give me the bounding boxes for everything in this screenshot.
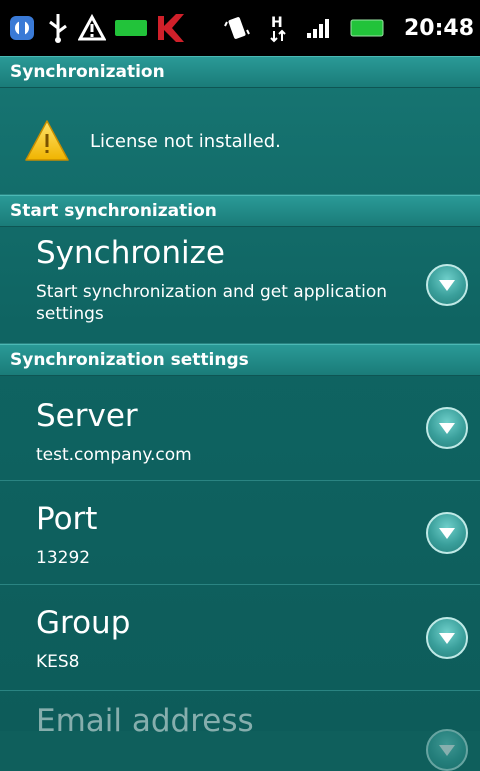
license-message: License not installed. (90, 130, 281, 152)
chevron-down-icon[interactable] (426, 511, 468, 554)
synchronize-title: Synchronize (36, 235, 225, 271)
section-header-start-synchronization: Start synchronization (0, 195, 480, 227)
warning-icon (78, 8, 106, 48)
chevron-down-icon[interactable] (426, 264, 468, 306)
license-status-row: License not installed. (0, 88, 480, 195)
kaspersky-icon (156, 8, 186, 48)
chevron-down-icon[interactable] (426, 616, 468, 659)
chevron-down-icon[interactable] (426, 729, 468, 771)
vibrate-icon (224, 8, 250, 48)
android-debug-icon (6, 8, 38, 48)
settings-screen: Synchronization License not installed. S… (0, 56, 480, 771)
section-header-synchronization-settings: Synchronization settings (0, 344, 480, 376)
server-title: Server (36, 398, 138, 434)
battery-green-icon (114, 8, 148, 48)
email-address-item[interactable]: Email address (0, 691, 480, 771)
group-item[interactable]: Group KES8 (0, 585, 480, 691)
status-bar-right: H 20:48 (224, 8, 474, 48)
status-bar: H 20:48 (0, 0, 480, 56)
email-address-title: Email address (36, 703, 254, 739)
synchronize-item[interactable]: Synchronize Start synchronization and ge… (0, 227, 480, 344)
port-value: 13292 (36, 548, 91, 568)
synchronize-description: Start synchronization and get applicatio… (36, 282, 388, 324)
battery-icon (350, 8, 386, 48)
status-time: 20:48 (403, 15, 474, 41)
port-title: Port (36, 501, 98, 537)
chevron-down-icon[interactable] (426, 407, 468, 449)
warning-triangle-icon (25, 120, 69, 161)
group-value: KES8 (36, 652, 80, 672)
signal-icon (306, 8, 332, 48)
svg-text:H: H (271, 15, 283, 31)
port-item[interactable]: Port 13292 (0, 481, 480, 585)
group-title: Group (36, 605, 131, 641)
server-value: test.company.com (36, 445, 192, 465)
server-item[interactable]: Server test.company.com (0, 376, 480, 481)
usb-icon (46, 8, 70, 48)
section-header-synchronization: Synchronization (0, 56, 480, 88)
network-h-icon: H (268, 8, 288, 48)
